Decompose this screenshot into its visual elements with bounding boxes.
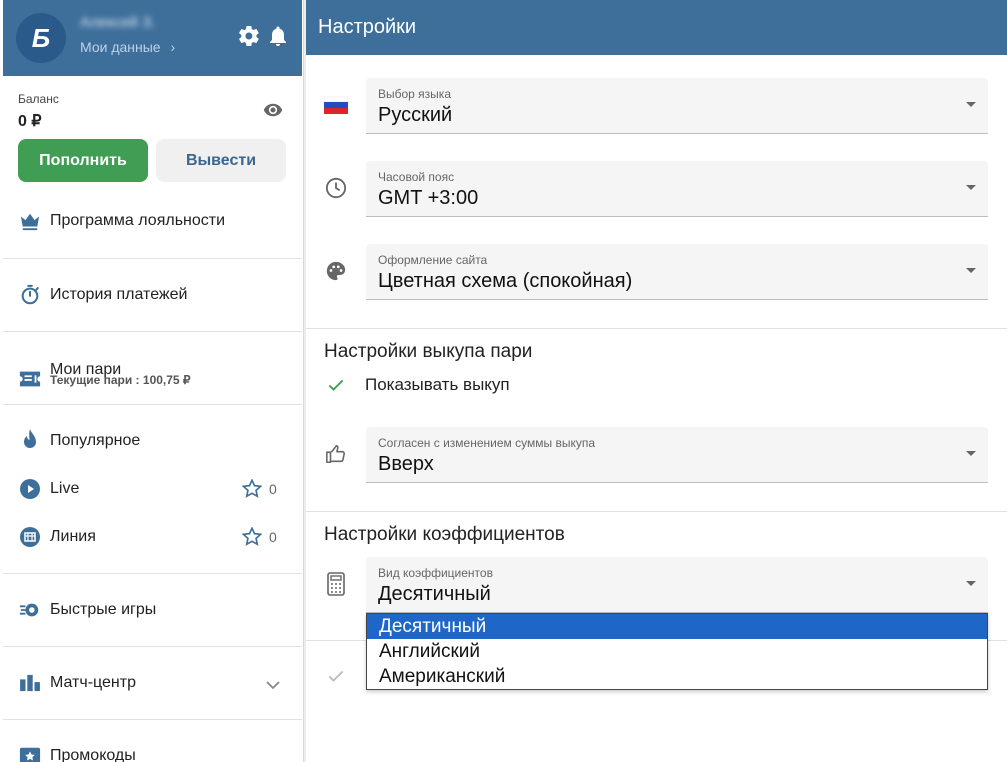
favorites-count: 0 <box>269 528 277 545</box>
timezone-select[interactable]: Часовой пояс GMT +3:00 <box>366 161 988 217</box>
field-value: Десятичный <box>378 583 491 605</box>
dropdown-arrow-icon <box>966 185 976 190</box>
page-header: Настройки <box>306 0 1007 55</box>
field-value: Вверх <box>378 453 434 475</box>
line-favorites[interactable]: 0 <box>242 527 277 546</box>
checkmark-icon[interactable] <box>326 666 346 686</box>
stats-icon <box>18 671 42 695</box>
promo-icon <box>18 744 42 762</box>
crown-icon <box>18 209 42 233</box>
divider <box>3 258 302 259</box>
divider <box>3 404 302 405</box>
flame-icon <box>18 429 42 453</box>
divider <box>306 511 1007 512</box>
sidebar-item-label: Матч-центр <box>50 674 136 691</box>
russian-flag-icon <box>322 91 350 119</box>
my-data-label: Мои данные <box>80 39 161 55</box>
field-label: Согласен с изменением суммы выкупа <box>378 436 595 450</box>
sidebar: Б Алексей З. Мои данные › Баланс 0 ₽ Поп… <box>0 0 304 762</box>
clock-icon <box>322 174 350 202</box>
divider <box>306 328 1007 329</box>
fast-games-icon <box>18 598 42 622</box>
play-icon <box>18 477 42 501</box>
sidebar-item-promo-codes[interactable]: Промокоды <box>18 744 288 762</box>
buyout-section-title: Настройки выкупа пари <box>324 341 533 362</box>
field-label: Вид коэффициентов <box>378 566 493 580</box>
balance-label: Баланс <box>18 92 59 106</box>
odds-format-dropdown: Десятичный Английский Американский <box>366 613 988 690</box>
sidebar-item-label: Популярное <box>50 432 141 449</box>
language-select[interactable]: Выбор языка Русский <box>366 78 988 134</box>
thumbs-up-icon <box>322 440 350 468</box>
bell-icon[interactable] <box>266 24 290 48</box>
settings-panel: Настройки Выбор языка Русский Часовой по… <box>306 0 1007 762</box>
eye-icon[interactable] <box>262 100 284 120</box>
page-title: Настройки <box>318 16 417 38</box>
field-label: Часовой пояс <box>378 170 455 184</box>
field-value: GMT +3:00 <box>378 187 479 209</box>
sidebar-item-match-center[interactable]: Матч-центр <box>18 671 288 695</box>
sidebar-item-popular[interactable]: Популярное <box>18 429 288 453</box>
field-value: Русский <box>378 104 453 126</box>
ticket-icon <box>18 367 42 391</box>
star-icon <box>242 527 262 546</box>
star-icon <box>242 479 262 498</box>
palette-icon <box>322 257 350 285</box>
favorites-count: 0 <box>269 480 277 497</box>
divider <box>3 331 302 332</box>
calculator-icon <box>322 570 350 598</box>
field-value: Цветная схема (спокойная) <box>378 270 633 292</box>
balance-value: 0 ₽ <box>18 113 42 130</box>
odds-format-select[interactable]: Вид коэффициентов Десятичный <box>366 557 988 613</box>
sidebar-item-payment-history[interactable]: История платежей <box>18 283 288 307</box>
sidebar-item-label: История платежей <box>50 286 188 303</box>
calendar-icon <box>18 525 42 549</box>
stopwatch-icon <box>18 283 42 307</box>
deposit-button[interactable]: Пополнить <box>18 139 148 182</box>
divider <box>3 573 302 574</box>
sidebar-item-loyalty[interactable]: Программа лояльности <box>18 209 288 233</box>
dropdown-arrow-icon <box>966 268 976 273</box>
sidebar-item-label: Программа лояльности <box>50 212 226 229</box>
field-label: Выбор языка <box>378 87 451 101</box>
dropdown-option[interactable]: Десятичный <box>367 614 987 639</box>
divider <box>3 719 302 720</box>
sidebar-item-fast-games[interactable]: Быстрые игры <box>18 598 288 622</box>
profile-header: Б Алексей З. Мои данные › <box>3 0 302 76</box>
my-data-link[interactable]: Мои данные › <box>80 39 175 55</box>
field-label: Оформление сайта <box>378 253 488 267</box>
buyout-change-select[interactable]: Согласен с изменением суммы выкупа Вверх <box>366 427 988 483</box>
dropdown-arrow-icon <box>966 581 976 586</box>
sidebar-item-label: Быстрые игры <box>50 601 157 618</box>
dropdown-option[interactable]: Американский <box>367 664 987 689</box>
show-buyout-checkbox[interactable]: Показывать выкуп <box>326 375 510 395</box>
dropdown-option[interactable]: Английский <box>367 639 987 664</box>
checkmark-icon <box>328 379 344 391</box>
sidebar-item-label: Промокоды <box>50 747 136 762</box>
withdraw-button[interactable]: Вывести <box>156 139 286 182</box>
odds-section-title: Настройки коэффициентов <box>324 524 565 545</box>
live-favorites[interactable]: 0 <box>242 479 277 498</box>
gear-icon[interactable] <box>237 24 261 48</box>
avatar[interactable]: Б <box>16 13 66 63</box>
sidebar-item-label: Линия <box>50 528 96 545</box>
show-buyout-label: Показывать выкуп <box>365 375 510 394</box>
divider <box>3 646 302 647</box>
theme-select[interactable]: Оформление сайта Цветная схема (спокойна… <box>366 244 988 300</box>
current-bets-amount: Текущие пари : 100,75 ₽ <box>50 373 191 387</box>
dropdown-arrow-icon <box>966 102 976 107</box>
sidebar-item-label: Live <box>50 480 80 497</box>
chevron-down-icon[interactable] <box>266 677 280 695</box>
chevron-right-icon: › <box>170 39 176 55</box>
user-name: Алексей З. <box>80 14 156 31</box>
dropdown-arrow-icon <box>966 451 976 456</box>
